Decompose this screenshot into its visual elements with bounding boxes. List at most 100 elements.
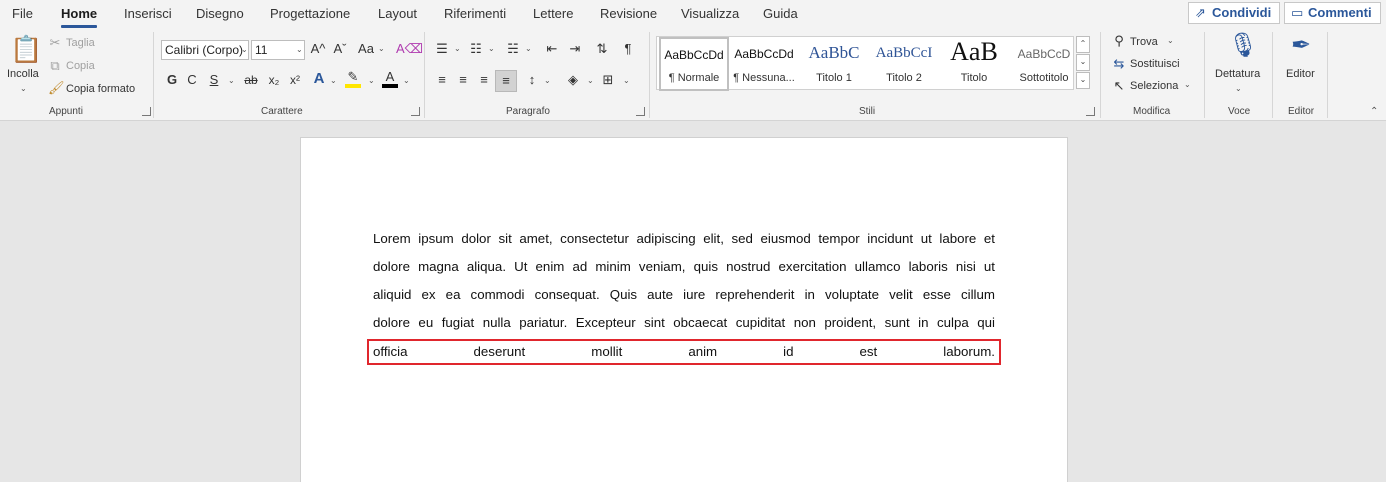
line-spacing-chevron-down-icon[interactable]: ⌄ [544,76,551,85]
group-separator [1100,32,1101,118]
share-icon: ⇗ [1195,5,1206,20]
tab-inserisci[interactable]: Inserisci [124,6,172,21]
paragraph-line: dolore magna aliqua. Ut enim ad minim ve… [373,259,995,274]
tab-guida[interactable]: Guida [763,6,798,21]
tab-riferimenti[interactable]: Riferimenti [444,6,506,21]
shrink-font-icon[interactable]: Aˇ [332,41,348,57]
replace-button[interactable]: Sostituisci [1130,58,1180,70]
style-heading-2[interactable]: AaBbCcI Titolo 2 [869,37,939,91]
styles-scroll-down-icon[interactable]: ⌄ [1076,54,1090,71]
font-color-icon[interactable]: A [382,70,398,88]
line-spacing-icon[interactable]: ↕ [524,72,540,88]
menu-bar: File Home Inserisci Disegno Progettazion… [0,0,1386,28]
style-title[interactable]: AaB Titolo [939,37,1009,91]
style-subtitle[interactable]: AaBbCcD Sottotitolo [1009,37,1079,91]
format-painter-button[interactable]: Copia formato [66,83,135,95]
editor-group-label: Editor [1288,106,1315,117]
styles-group-label: Stili [859,106,876,117]
font-dialog-launcher-icon[interactable] [411,107,420,116]
paste-button[interactable]: Incolla [7,68,39,80]
justify-icon[interactable]: ≡ [495,70,517,92]
align-left-icon[interactable]: ≡ [434,72,450,88]
group-separator [649,32,650,118]
dictate-chevron-down-icon[interactable]: ⌄ [1235,84,1242,93]
style-name: Titolo 2 [886,72,922,84]
select-chevron-down-icon[interactable]: ⌄ [1184,80,1191,89]
numbering-icon[interactable]: ☷ [468,41,484,57]
copy-button[interactable]: Copia [66,60,95,72]
underline-button[interactable]: S [208,72,220,88]
select-button[interactable]: Seleziona [1130,80,1178,92]
highlight-chevron-down-icon[interactable]: ⌄ [368,76,375,85]
paragraph-dialog-launcher-icon[interactable] [636,107,645,116]
change-case-chevron-down-icon[interactable]: ⌄ [378,44,385,53]
superscript-icon[interactable]: x² [288,72,302,88]
borders-icon[interactable]: ⊞ [600,72,616,88]
bold-button[interactable]: G [166,72,178,88]
group-separator [424,32,425,118]
show-formatting-marks-icon[interactable]: ¶ [621,41,635,57]
shading-chevron-down-icon[interactable]: ⌄ [587,76,594,85]
tab-disegno[interactable]: Disegno [196,6,244,21]
style-preview: AaBbCcDd [734,47,794,61]
italic-button[interactable]: C [186,72,198,88]
comments-button[interactable]: ▭ Commenti [1284,2,1381,24]
align-center-icon[interactable]: ≡ [455,72,471,88]
font-name-input[interactable]: Calibri (Corpo) [161,40,249,60]
document-canvas: Lorem ipsum dolor sit amet, consectetur … [0,121,1386,482]
highlight-color-icon[interactable]: ✎ [345,70,361,88]
font-color-chevron-down-icon[interactable]: ⌄ [403,76,410,85]
bullets-chevron-down-icon[interactable]: ⌄ [454,44,461,53]
style-heading-1[interactable]: AaBbC Titolo 1 [799,37,869,91]
style-normal[interactable]: AaBbCcDd ¶ Normale [659,37,729,91]
document-page[interactable]: Lorem ipsum dolor sit amet, consectetur … [300,137,1068,482]
styles-dialog-launcher-icon[interactable] [1086,107,1095,116]
editor-pen-icon[interactable]: ✒ [1290,32,1312,60]
microphone-icon[interactable]: 🎙 [1228,32,1258,60]
align-right-icon[interactable]: ≡ [476,72,492,88]
style-preview: AaB [950,37,998,66]
decrease-indent-icon[interactable]: ⇤ [544,41,560,57]
dictate-button[interactable]: Dettatura [1215,68,1260,80]
shading-icon[interactable]: ◈ [565,72,581,88]
sort-icon[interactable]: ⇅ [594,41,610,57]
share-label: Condividi [1212,5,1272,20]
font-name-chevron-down-icon[interactable]: ⌄ [241,45,248,54]
subscript-icon[interactable]: x₂ [267,72,281,88]
clipboard-dialog-launcher-icon[interactable] [142,107,151,116]
tab-file[interactable]: File [12,6,33,21]
tab-layout[interactable]: Layout [378,6,417,21]
text-effects-chevron-down-icon[interactable]: ⌄ [330,76,337,85]
tab-lettere[interactable]: Lettere [533,6,573,21]
multilevel-list-icon[interactable]: ☵ [505,41,521,57]
share-button[interactable]: ⇗ Condividi [1188,2,1281,24]
bullets-icon[interactable]: ☰ [434,41,450,57]
borders-chevron-down-icon[interactable]: ⌄ [623,76,630,85]
strikethrough-button[interactable]: ab [242,72,260,88]
clear-formatting-icon[interactable]: A⌫ [396,41,423,57]
increase-indent-icon[interactable]: ⇥ [567,41,583,57]
font-size-chevron-down-icon[interactable]: ⌄ [296,45,303,54]
grow-font-icon[interactable]: A^ [310,41,326,57]
style-no-spacing[interactable]: AaBbCcDd ¶ Nessuna... [729,37,799,91]
paste-chevron-down-icon[interactable]: ⌄ [20,84,27,93]
text-effects-icon[interactable]: A [311,71,327,87]
find-button[interactable]: Trova [1130,36,1158,48]
style-preview: AaBbCcD [1017,47,1071,61]
collapse-ribbon-icon[interactable]: ⌃ [1370,106,1378,117]
multilevel-chevron-down-icon[interactable]: ⌄ [525,44,532,53]
tab-revisione[interactable]: Revisione [600,6,657,21]
underline-chevron-down-icon[interactable]: ⌄ [228,76,235,85]
styles-expand-icon[interactable]: ⌄ [1076,72,1090,89]
replace-icon: ⇆ [1113,56,1125,71]
change-case-icon[interactable]: Aa [356,41,376,57]
tab-visualizza[interactable]: Visualizza [681,6,739,21]
tab-progettazione[interactable]: Progettazione [270,6,350,21]
find-chevron-down-icon[interactable]: ⌄ [1167,36,1174,45]
editor-button[interactable]: Editor [1286,68,1315,80]
tab-home[interactable]: Home [61,6,98,28]
numbering-chevron-down-icon[interactable]: ⌄ [488,44,495,53]
paste-icon[interactable]: 📋 [10,34,42,64]
cut-button[interactable]: Taglia [66,37,95,49]
styles-scroll-up-icon[interactable]: ⌃ [1076,36,1090,53]
